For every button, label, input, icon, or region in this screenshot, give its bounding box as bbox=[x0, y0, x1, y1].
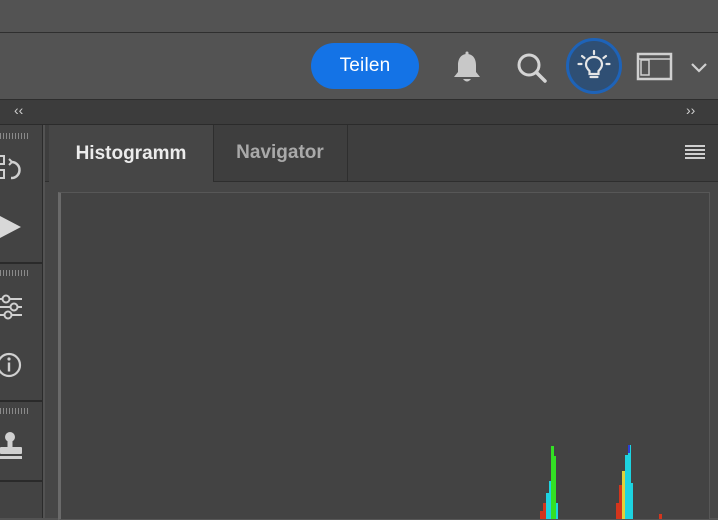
histogram-panel: Histogramm Navigator bbox=[45, 125, 718, 520]
lightbulb-button[interactable] bbox=[566, 38, 622, 94]
play-action-icon[interactable] bbox=[0, 210, 26, 244]
left-panel-strip bbox=[0, 125, 43, 518]
collapse-right-button[interactable]: ›› bbox=[686, 102, 695, 118]
hist-bar bbox=[628, 445, 630, 453]
info-icon[interactable] bbox=[0, 348, 26, 382]
hist-bar bbox=[551, 446, 554, 519]
share-button[interactable]: Teilen bbox=[311, 43, 419, 89]
collapse-left-button[interactable]: ‹‹ bbox=[14, 102, 23, 118]
hist-bar bbox=[554, 456, 556, 519]
app-toolbar: Teilen bbox=[0, 33, 718, 100]
histogram-display bbox=[58, 192, 710, 520]
drag-grip[interactable] bbox=[0, 408, 28, 414]
hist-bar bbox=[556, 503, 558, 519]
hist-bar bbox=[631, 483, 633, 519]
hist-bar bbox=[619, 485, 622, 519]
drag-grip[interactable] bbox=[0, 133, 28, 139]
hist-bar bbox=[616, 503, 619, 519]
search-icon[interactable] bbox=[513, 49, 551, 87]
top-strip bbox=[0, 0, 718, 33]
hist-bar bbox=[546, 493, 549, 519]
hist-bar bbox=[625, 455, 628, 519]
panel-tab-bar: Histogramm Navigator bbox=[45, 125, 718, 182]
tab-histogram[interactable]: Histogramm bbox=[49, 125, 214, 182]
history-icon[interactable] bbox=[0, 152, 26, 186]
lightbulb-icon bbox=[577, 49, 611, 79]
chevron-down-icon[interactable] bbox=[688, 57, 710, 77]
hist-bar bbox=[543, 503, 546, 519]
hist-bar bbox=[628, 445, 631, 519]
drag-grip[interactable] bbox=[0, 270, 28, 276]
tab-navigator[interactable]: Navigator bbox=[213, 125, 348, 181]
hist-bar bbox=[622, 471, 625, 519]
hist-bar bbox=[659, 514, 662, 519]
stamp-icon[interactable] bbox=[0, 428, 26, 462]
panel-menu-icon[interactable] bbox=[683, 142, 707, 162]
bell-icon[interactable] bbox=[448, 49, 486, 87]
adjustments-icon[interactable] bbox=[0, 290, 26, 324]
histogram-graph bbox=[540, 445, 662, 519]
hist-bar bbox=[549, 481, 551, 519]
workspace-icon[interactable] bbox=[636, 51, 674, 83]
panel-collapse-bar: ‹‹ ›› bbox=[0, 100, 718, 125]
